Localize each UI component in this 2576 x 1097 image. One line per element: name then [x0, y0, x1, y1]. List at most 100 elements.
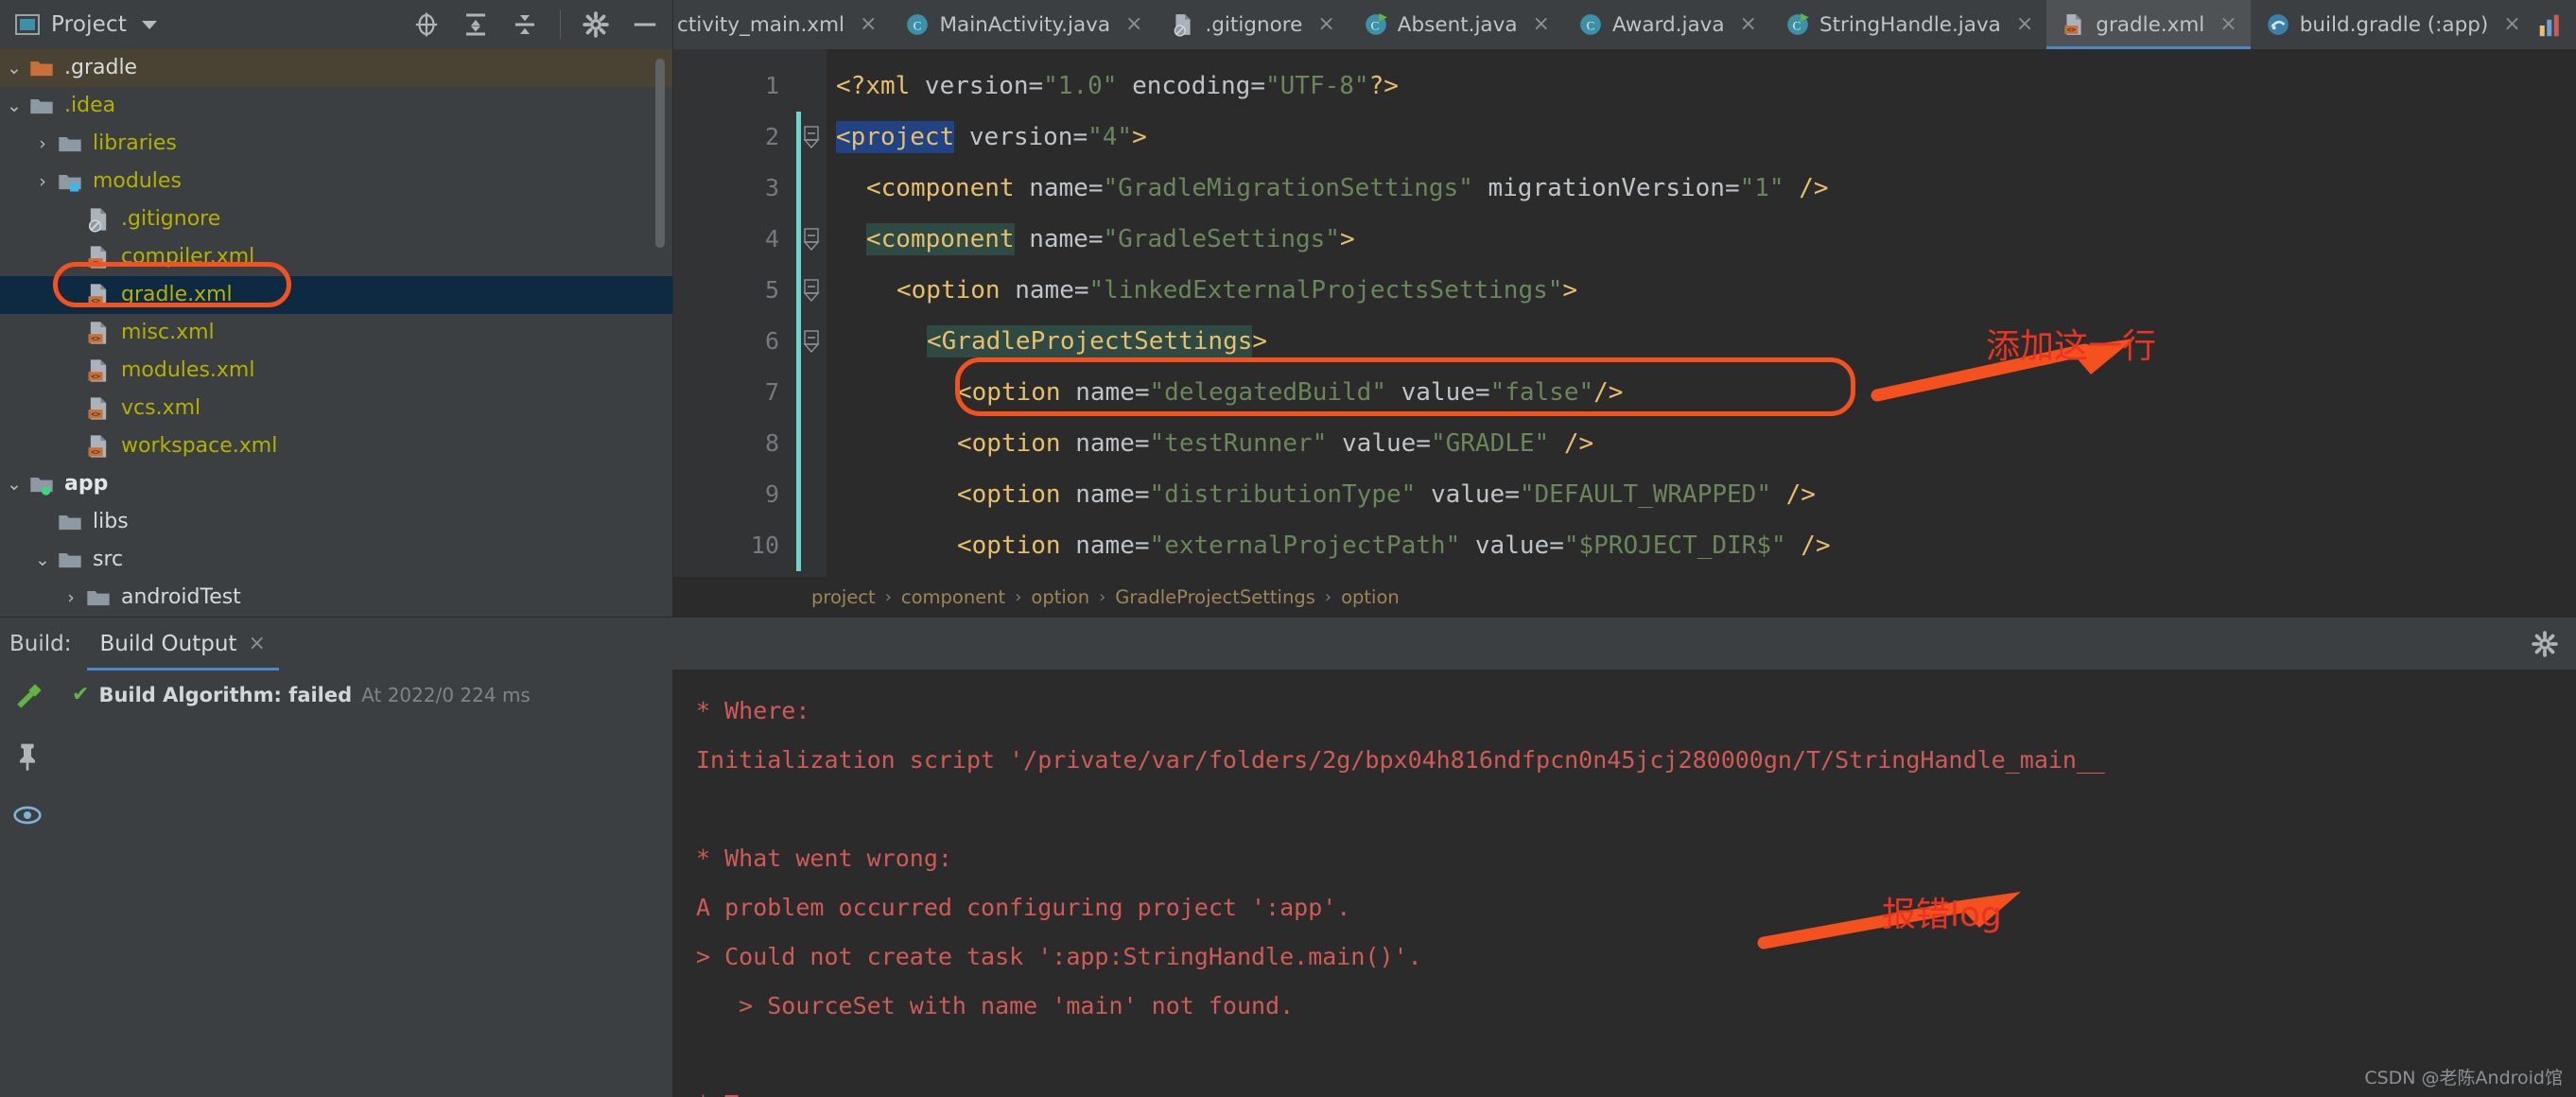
chevron-down-icon[interactable]: ⌄ [0, 96, 28, 115]
code-line[interactable]: <option name="externalProjectPath" value… [827, 520, 2576, 571]
tree-item-gradle-xml[interactable]: <> gradle.xml [0, 276, 672, 314]
fold-collapse-icon[interactable] [802, 278, 821, 303]
tree-item-modules[interactable]: › modules [0, 163, 672, 200]
close-icon[interactable]: × [2503, 14, 2520, 35]
project-title-group[interactable]: Project [15, 12, 158, 37]
pin-icon[interactable] [12, 741, 43, 772]
gear-icon[interactable] [2531, 630, 2559, 658]
editor-tab-label: StringHandle.java [1819, 12, 2001, 37]
tree-item-label: modules [93, 169, 182, 193]
close-icon[interactable]: × [1317, 14, 1334, 35]
editor-tab-stringhandle-java[interactable]: C StringHandle.java × [1770, 0, 2046, 49]
code-line[interactable]: <?xml version="1.0" encoding="UTF-8"?> [827, 61, 2576, 112]
chevron-right-icon[interactable]: › [28, 134, 57, 153]
tree-item--gradle[interactable]: ⌄ .gradle [0, 49, 672, 87]
build-console[interactable]: * Where: Initialization script '/private/… [673, 670, 2576, 1097]
check-icon: ✔ [72, 683, 90, 706]
code-token: "GradleMigrationSettings" [1103, 174, 1473, 202]
code-token: value [1401, 378, 1475, 407]
editor-tab-ctivity-main-xml[interactable]: ctivity_main.xml × [673, 0, 890, 49]
folder-icon [59, 137, 81, 152]
tab-build-output[interactable]: Build Output × [86, 618, 279, 670]
breadcrumb-item-option[interactable]: option [1335, 586, 1405, 608]
tree-item-compiler-xml[interactable]: <> compiler.xml [0, 238, 672, 276]
tree-item-vcs-xml[interactable]: <> vcs.xml [0, 390, 672, 427]
code-token: = [1073, 276, 1089, 305]
close-icon[interactable]: × [2016, 14, 2033, 35]
gear-icon[interactable] [582, 10, 610, 39]
tree-item-misc-xml[interactable]: <> misc.xml [0, 314, 672, 352]
code-line[interactable]: <GradleProjectSettings> [827, 316, 2576, 367]
code-line[interactable]: <option name="distributionType" value="D… [827, 469, 2576, 520]
xml-file-icon: <> [2064, 14, 2081, 35]
locate-target-icon[interactable] [412, 10, 441, 39]
project-tool-window-header: Project [0, 0, 673, 49]
project-tree-scrollbar[interactable] [655, 59, 665, 248]
breadcrumb-item-component[interactable]: component [896, 586, 1011, 608]
chevron-down-icon[interactable]: ⌄ [0, 475, 28, 494]
code-token: <option [957, 531, 1061, 560]
close-icon[interactable]: × [1125, 14, 1142, 35]
minimize-icon[interactable] [631, 10, 659, 39]
code-line[interactable]: <component name="GradleSettings"> [827, 214, 2576, 265]
code-line[interactable]: <option name="delegatedBuild" value="fal… [827, 367, 2576, 418]
close-icon[interactable]: × [1533, 14, 1550, 35]
close-icon[interactable]: × [1740, 14, 1757, 35]
tree-item-workspace-xml[interactable]: <> workspace.xml [0, 427, 672, 465]
xml-file-icon: <> [88, 284, 107, 306]
fold-collapse-icon[interactable] [802, 329, 821, 354]
editor-tab-absent-java[interactable]: C Absent.java × [1349, 0, 1563, 49]
tree-item-modules-xml[interactable]: <> modules.xml [0, 352, 672, 390]
build-result-text: Build Algorithm: failed [98, 684, 353, 706]
breadcrumb-item-project[interactable]: project [806, 586, 881, 608]
code-token: name [1075, 378, 1135, 407]
editor-tab-build-gradle-app-[interactable]: build.gradle (:app) × [2251, 0, 2534, 49]
eye-icon[interactable] [12, 800, 43, 830]
tree-item-libs[interactable]: libs [0, 503, 672, 541]
folder-orange-icon [30, 61, 53, 77]
fold-collapse-icon[interactable] [802, 227, 821, 252]
tree-item-label: compiler.xml [121, 245, 255, 269]
java-class-run-icon: C [1365, 13, 1387, 35]
fold-collapse-icon[interactable] [802, 125, 821, 149]
editor-tabs: ctivity_main.xml × C MainActivity.java × .git… [673, 0, 2576, 49]
collapse-all-icon[interactable] [461, 10, 490, 39]
tree-item-src[interactable]: ⌄ src [0, 541, 672, 579]
tree-item-app[interactable]: ⌄ app [0, 465, 672, 503]
tree-item-libraries[interactable]: › libraries [0, 125, 672, 163]
console-line: A problem occurred configuring project '… [696, 894, 1351, 921]
line-number: 2 [764, 123, 779, 150]
code-line[interactable]: <component name="GradleMigrationSettings… [827, 163, 2576, 214]
breadcrumb-item-gradleprojectsettings[interactable]: GradleProjectSettings [1109, 586, 1321, 608]
watermark: CSDN @老陈Android馆 [2364, 1068, 2563, 1088]
editor-tab--gitignore[interactable]: .gitignore × [1156, 0, 1348, 49]
editor-tab-gradle-xml[interactable]: <> gradle.xml × [2046, 0, 2251, 49]
expand-all-icon[interactable] [511, 10, 539, 39]
editor-tab-mainactivity-java[interactable]: C MainActivity.java × [890, 0, 1156, 49]
code-line[interactable]: <option name="testRunner" value="GRADLE"… [827, 418, 2576, 469]
tree-item-androidtest[interactable]: › androidTest [0, 579, 672, 617]
chevron-down-icon[interactable]: ⌄ [28, 550, 57, 569]
code-token: = [1474, 378, 1490, 407]
close-icon[interactable]: × [860, 14, 877, 35]
build-hammer-icon[interactable] [12, 683, 43, 713]
chevron-down-icon[interactable] [142, 20, 158, 29]
chevron-down-icon[interactable]: ⌄ [0, 59, 28, 78]
close-icon[interactable]: × [2219, 14, 2237, 35]
code-line[interactable]: <project version="4"> [827, 112, 2576, 163]
project-tree-panel: ⌄ .gradle ⌄ .idea › libraries › modules .gitigno… [0, 49, 673, 617]
build-result-row[interactable]: ✔ Build Algorithm: failed At 2022/0 224 … [55, 679, 672, 711]
tree-item--gitignore[interactable]: .gitignore [0, 200, 672, 238]
chevron-right-icon[interactable]: › [57, 588, 85, 607]
breadcrumb-item-option[interactable]: option [1025, 586, 1095, 608]
code-content[interactable]: <?xml version="1.0" encoding="UTF-8"?> <p… [827, 49, 2576, 577]
code-line[interactable]: <option name="linkedExternalProjectsSett… [827, 265, 2576, 316]
tree-item--idea[interactable]: ⌄ .idea [0, 87, 672, 125]
chart-icon[interactable] [2534, 11, 2567, 40]
close-icon[interactable]: × [248, 632, 265, 655]
chevron-right-icon[interactable]: › [28, 172, 57, 191]
xml-file-icon: <> [88, 246, 107, 269]
editor-tab-award-java[interactable]: C Award.java × [1563, 0, 1770, 49]
